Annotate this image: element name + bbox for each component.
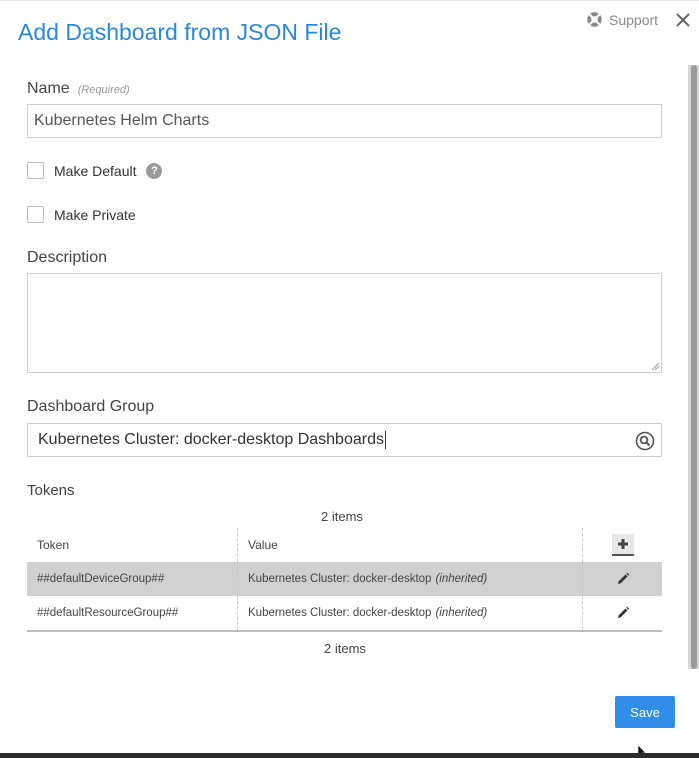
value-cell: Kubernetes Cluster: docker-desktop (inher… bbox=[238, 562, 583, 596]
make-default-checkbox[interactable] bbox=[27, 162, 44, 179]
edit-cell bbox=[583, 596, 662, 630]
table-row[interactable]: ##defaultDeviceGroup## Kubernetes Cluste… bbox=[27, 562, 662, 596]
table-header: Token Value bbox=[27, 528, 662, 562]
search-icon[interactable] bbox=[635, 431, 655, 451]
inherited-note: (inherited) bbox=[435, 573, 488, 585]
text-caret bbox=[384, 431, 386, 449]
support-label: Support bbox=[609, 11, 659, 28]
scrollbar[interactable] bbox=[688, 65, 699, 669]
tokens-label: Tokens bbox=[27, 482, 75, 499]
make-private-label: Make Private bbox=[54, 206, 136, 223]
tokens-table: Token Value ##defaultDeviceGroup## Kuber… bbox=[27, 528, 662, 632]
required-hint: (Required) bbox=[77, 84, 130, 96]
save-button[interactable]: Save bbox=[615, 696, 675, 728]
resize-grip-icon[interactable] bbox=[651, 362, 659, 370]
make-private-row: Make Private bbox=[27, 206, 136, 223]
description-label: Description bbox=[27, 249, 108, 266]
name-input[interactable]: Kubernetes Helm Charts bbox=[27, 104, 662, 138]
dashboard-group-input[interactable]: Kubernetes Cluster: docker-desktop Dashb… bbox=[27, 423, 662, 457]
table-row[interactable]: ##defaultResourceGroup## Kubernetes Clus… bbox=[27, 596, 662, 632]
column-header-token: Token bbox=[27, 528, 238, 562]
pencil-icon[interactable] bbox=[616, 606, 630, 620]
support-link[interactable]: Support bbox=[586, 11, 658, 28]
close-icon bbox=[676, 13, 690, 27]
plus-icon bbox=[617, 539, 628, 549]
close-button[interactable] bbox=[672, 9, 694, 31]
name-input-value: Kubernetes Helm Charts bbox=[34, 112, 210, 129]
token-cell: ##defaultDeviceGroup## bbox=[27, 562, 238, 596]
make-private-checkbox[interactable] bbox=[27, 206, 44, 223]
add-column bbox=[583, 528, 662, 562]
make-default-label: Make Default bbox=[54, 162, 137, 179]
tokens-count-bottom: 2 items bbox=[324, 641, 366, 656]
column-header-value: Value bbox=[238, 528, 583, 562]
make-default-row: Make Default ? bbox=[27, 162, 163, 179]
pencil-icon[interactable] bbox=[616, 572, 630, 586]
add-dashboard-dialog: Add Dashboard from JSON File Support Nam… bbox=[0, 0, 699, 758]
token-cell: ##defaultResourceGroup## bbox=[27, 596, 238, 630]
value-cell: Kubernetes Cluster: docker-desktop (inher… bbox=[238, 596, 583, 630]
lifebuoy-icon bbox=[587, 12, 602, 27]
bottom-edge bbox=[0, 753, 699, 758]
name-label: Name (Required) bbox=[27, 80, 130, 98]
scrollbar-thumb[interactable] bbox=[691, 65, 697, 669]
value-text: Kubernetes Cluster: docker-desktop bbox=[248, 573, 432, 585]
dashboard-group-value: Kubernetes Cluster: docker-desktop Dashb… bbox=[38, 431, 384, 448]
edit-cell bbox=[583, 562, 662, 596]
tokens-count-top: 2 items bbox=[321, 509, 363, 524]
inherited-note: (inherited) bbox=[435, 607, 488, 619]
dialog-title: Add Dashboard from JSON File bbox=[18, 19, 342, 45]
help-icon[interactable]: ? bbox=[146, 162, 163, 179]
name-label-text: Name bbox=[27, 80, 70, 97]
dashboard-group-label: Dashboard Group bbox=[27, 398, 155, 415]
description-textarea[interactable] bbox=[27, 273, 662, 373]
add-token-button[interactable] bbox=[611, 534, 634, 556]
value-text: Kubernetes Cluster: docker-desktop bbox=[248, 607, 432, 619]
